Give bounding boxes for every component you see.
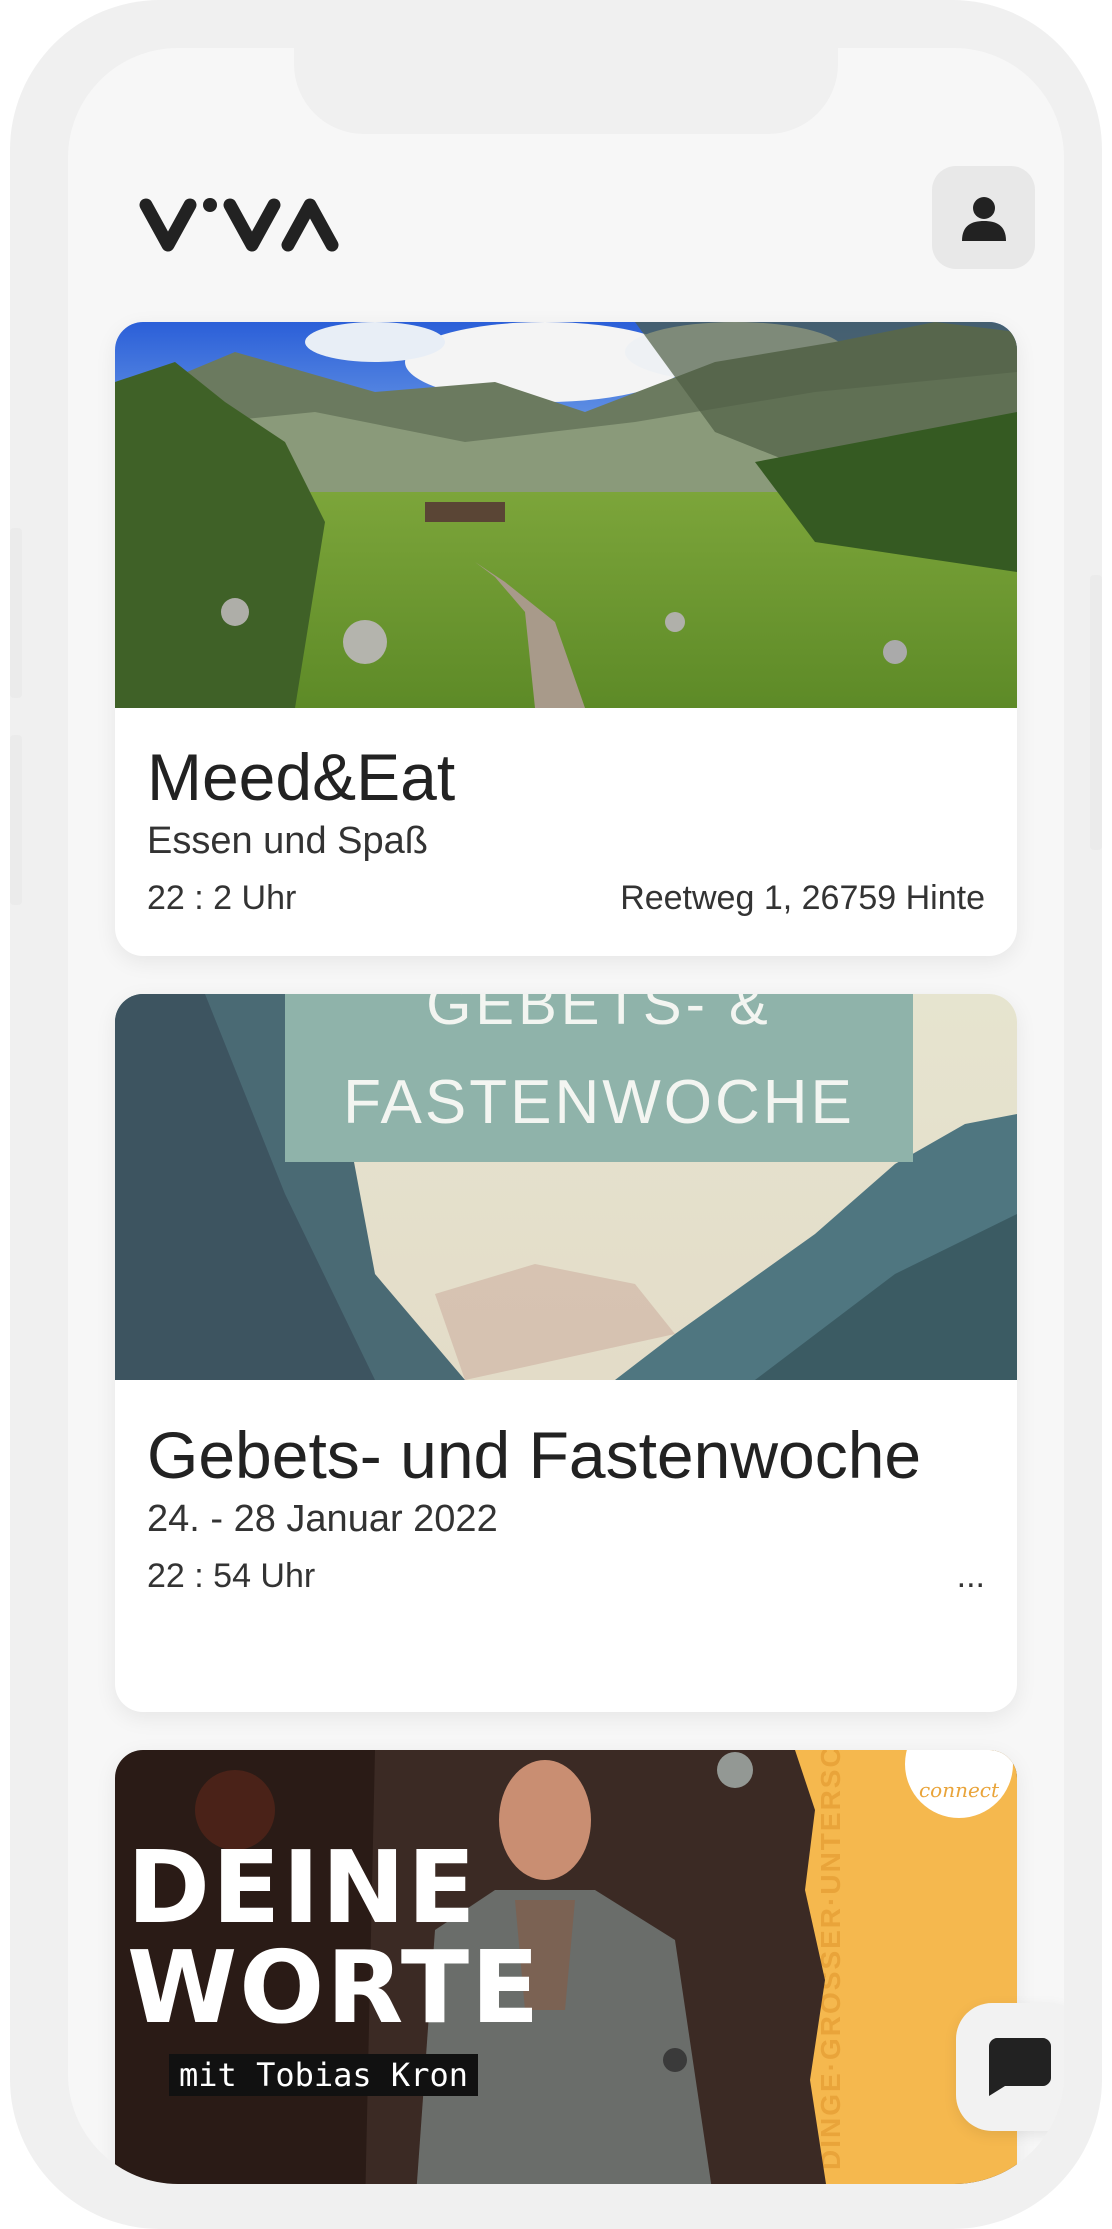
event-card[interactable]: GEBETS- & FASTENWOCHE Gebets- und Fasten…	[115, 994, 1017, 1712]
event-location: ...	[956, 1557, 985, 1595]
power-button	[1090, 575, 1102, 850]
event-meta: 22 : 54 Uhr ...	[147, 1554, 985, 1598]
image-text-line1: DEINE	[127, 1829, 478, 1946]
image-caption-text: mit Tobias Kron	[179, 2056, 468, 2094]
person-icon	[961, 196, 1006, 241]
image-caption: mit Tobias Kron	[169, 2054, 478, 2096]
image-text-line2: FASTENWOCHE	[343, 1068, 855, 1137]
event-time: 22 : 2 Uhr	[147, 879, 297, 917]
event-card[interactable]: DINGE·GRÖSSER·UNTERSC connect DEINE WORT…	[115, 1750, 1017, 2184]
event-card[interactable]: Meed&Eat Essen und Spaß 22 : 2 Uhr Reetw…	[115, 322, 1017, 956]
image-text-line1: GEBETS- &	[426, 994, 772, 1037]
event-meta: 22 : 2 Uhr Reetweg 1, 26759 Hinte	[147, 876, 985, 920]
event-subtitle: Essen und Spaß	[147, 820, 428, 862]
viva-logo	[138, 193, 348, 262]
event-time: 22 : 54 Uhr	[147, 1557, 316, 1595]
event-subtitle: 24. - 28 Januar 2022	[147, 1498, 498, 1540]
profile-button[interactable]	[932, 166, 1035, 269]
chat-bubble-icon	[989, 2038, 1051, 2096]
event-title: Meed&Eat	[147, 740, 456, 814]
event-image: GEBETS- & FASTENWOCHE	[115, 994, 1017, 1380]
event-card-body: Gebets- und Fastenwoche 24. - 28 Januar …	[147, 1380, 985, 1598]
event-title: Gebets- und Fastenwoche	[147, 1418, 922, 1492]
image-text-line2: WORTE	[127, 1929, 542, 2046]
volume-up-button	[10, 528, 22, 698]
app-screen: Meed&Eat Essen und Spaß 22 : 2 Uhr Reetw…	[68, 48, 1064, 2184]
event-card-body: Meed&Eat Essen und Spaß 22 : 2 Uhr Reetw…	[147, 708, 985, 920]
phone-frame: Meed&Eat Essen und Spaß 22 : 2 Uhr Reetw…	[10, 0, 1102, 2229]
event-location: Reetweg 1, 26759 Hinte	[620, 879, 985, 917]
event-image: DINGE·GRÖSSER·UNTERSC connect DEINE WORT…	[115, 1750, 1017, 2184]
volume-down-button	[10, 735, 22, 905]
chat-button[interactable]	[956, 2003, 1064, 2131]
app-header	[68, 48, 1064, 328]
event-image	[115, 322, 1017, 708]
